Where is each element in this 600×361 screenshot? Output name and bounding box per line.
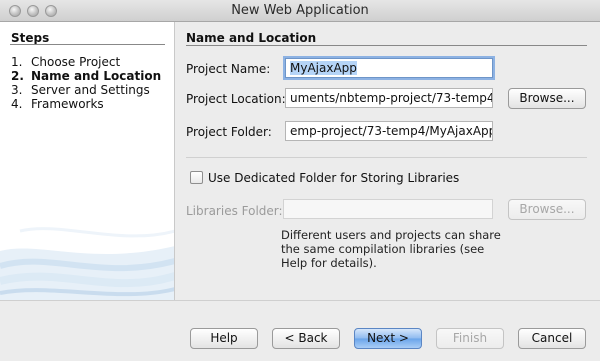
finish-button[interactable]: Finish xyxy=(436,328,504,349)
steps-title: Steps xyxy=(11,31,50,45)
next-button[interactable]: Next > xyxy=(354,328,422,349)
project-location-value: uments/nbtemp-project/73-temp4 xyxy=(290,91,493,105)
dedicated-folder-checkbox[interactable] xyxy=(190,171,203,184)
steps-sidebar: Steps 1. Choose Project 2. Name and Loca… xyxy=(0,22,175,301)
project-location-label: Project Location: xyxy=(186,92,286,106)
cancel-button[interactable]: Cancel xyxy=(518,328,586,349)
project-name-input[interactable]: MyAjaxApp xyxy=(285,58,493,78)
step-server-and-settings: 3. Server and Settings xyxy=(11,83,150,97)
step-name-and-location: 2. Name and Location xyxy=(11,69,162,83)
back-button[interactable]: < Back xyxy=(272,328,340,349)
help-button[interactable]: Help xyxy=(190,328,258,349)
project-folder-input[interactable]: emp-project/73-temp4/MyAjaxApp xyxy=(285,121,493,141)
wizard-window: New Web Application Steps 1. Choose Proj… xyxy=(0,0,600,361)
window-title: New Web Application xyxy=(231,3,369,18)
step-frameworks: 4. Frameworks xyxy=(11,97,104,111)
section-divider xyxy=(186,157,587,158)
browse-project-location-button[interactable]: Browse... xyxy=(508,88,586,109)
dedicated-folder-label[interactable]: Use Dedicated Folder for Storing Librari… xyxy=(208,171,459,185)
libraries-help-text: Different users and projects can share t… xyxy=(281,228,501,270)
project-name-value: MyAjaxApp xyxy=(290,61,357,75)
panel-divider xyxy=(186,45,587,46)
decorative-swoosh-graphic xyxy=(0,227,174,301)
steps-divider xyxy=(10,44,165,45)
libraries-folder-input[interactable] xyxy=(283,199,493,219)
title-bar[interactable]: New Web Application xyxy=(0,0,600,22)
panel-title: Name and Location xyxy=(186,31,317,45)
project-name-label: Project Name: xyxy=(186,62,271,76)
steps-list: 1. Choose Project 2. Name and Location 3… xyxy=(11,55,161,111)
libraries-folder-label: Libraries Folder: xyxy=(186,204,283,218)
project-folder-label: Project Folder: xyxy=(186,125,272,139)
project-folder-value: emp-project/73-temp4/MyAjaxApp xyxy=(290,124,493,138)
step-choose-project: 1. Choose Project xyxy=(11,55,121,69)
browse-libraries-folder-button[interactable]: Browse... xyxy=(508,199,586,220)
button-bar-divider xyxy=(0,300,600,301)
project-location-input[interactable]: uments/nbtemp-project/73-temp4 xyxy=(285,88,493,108)
